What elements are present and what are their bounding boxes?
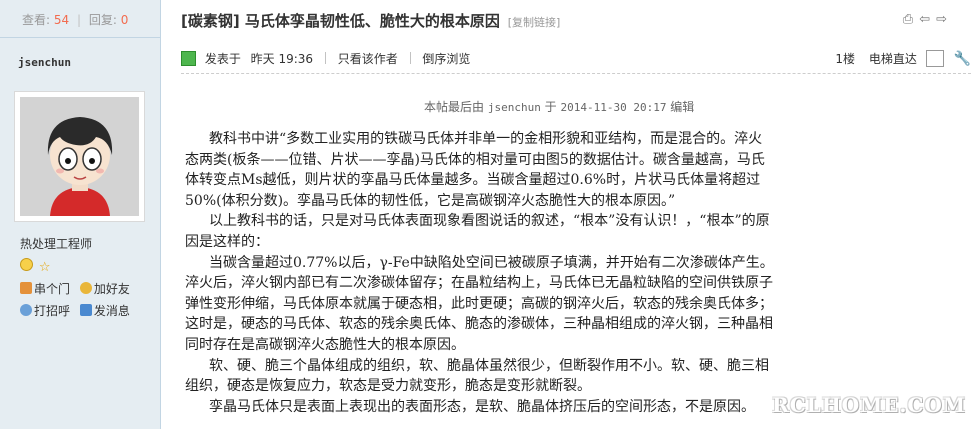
meta-divider [324, 52, 326, 64]
user-group[interactable]: 热处理工程师 [20, 235, 92, 252]
floor-nav: 1楼 电梯直达 🔧 [835, 50, 971, 67]
content-paragraph: 孪晶马氏体只是表面上表现出的表面形态，是软、脆晶体挤压后的空间形态，不是原因。 [209, 398, 755, 415]
reverse-order-link[interactable]: 倒序浏览 [422, 52, 470, 66]
greet-button[interactable]: 打招呼 [20, 302, 70, 319]
prev-thread-icon[interactable]: ⇦ [919, 12, 936, 27]
site-watermark: RCLHOME.COM [772, 393, 966, 417]
print-icon[interactable]: ⎙ [903, 12, 919, 27]
jump-floor-label: 电梯直达 [868, 52, 917, 66]
meta-divider [409, 52, 411, 64]
post-meta-bar: 发表于 昨天 19:36 只看该作者 倒序浏览 1楼 电梯直达 🔧 [181, 50, 971, 74]
avatar-cartoon-image [20, 97, 139, 216]
thread-tools: ⎙⇦⇨ [903, 12, 953, 27]
author-sidebar: 查看: 54 | 回复: 0 jsenchun 热处理工程师 ☆ 串个门 加好友… [0, 0, 161, 429]
content-paragraph: 当碳含量超过0.77%以后，γ-Fe中缺陷处空间已被碳原子填满，并开始有二次渗碳… [185, 254, 774, 353]
wrench-icon[interactable]: 🔧 [954, 51, 971, 67]
stats-divider: | [76, 13, 82, 27]
user-rank-icons: ☆ [20, 258, 55, 274]
replies-count: 0 [120, 13, 129, 27]
wave-icon [20, 304, 32, 316]
star-rank-icon: ☆ [38, 260, 51, 275]
online-status-icon [181, 51, 196, 66]
avatar[interactable] [20, 97, 139, 216]
edit-datetime: 2014-11-30 20:17 [560, 101, 667, 114]
sun-rank-icon [20, 258, 33, 271]
views-label: 查看: [22, 13, 51, 27]
views-count: 54 [53, 13, 70, 27]
post-content: 教科书中讲“多数工业实用的铁碳马氏体并非单一的金相形貌和亚结构，而是混合的。淬火… [185, 129, 775, 417]
thread-stats: 查看: 54 | 回复: 0 [0, 0, 160, 38]
add-friend-icon [79, 282, 92, 294]
author-name[interactable]: jsenchun [18, 56, 71, 69]
only-author-link[interactable]: 只看该作者 [338, 52, 398, 66]
add-friend-button[interactable]: 加好友 [79, 280, 130, 297]
thread-title: [碳素钢] 马氏体孪晶韧性低、脆性大的根本原因 [181, 12, 500, 30]
content-paragraph: 教科书中讲“多数工业实用的铁碳马氏体并非单一的金相形貌和亚结构，而是混合的。淬火… [185, 131, 765, 209]
visit-space-button[interactable]: 串个门 [20, 280, 70, 297]
avatar-frame[interactable] [14, 91, 145, 222]
post-main: [碳素钢] 马氏体孪晶韧性低、脆性大的根本原因 [复制链接] ⎙⇦⇨ 发表于 昨… [161, 0, 976, 429]
content-paragraph: 以上教科书的话，只是对马氏体表面现象看图说话的叙述，“根本”没有认识！，“根本”… [185, 213, 770, 250]
floor-number: 1楼 [835, 52, 856, 66]
thread-header: [碳素钢] 马氏体孪晶韧性低、脆性大的根本原因 [复制链接] ⎙⇦⇨ [181, 10, 961, 34]
next-thread-icon[interactable]: ⇨ [936, 12, 953, 27]
edit-note: 本帖最后由 jsenchun 于 2014-11-30 20:17 编辑 [424, 100, 695, 114]
home-icon [20, 282, 32, 294]
copy-link-button[interactable]: [复制链接] [508, 16, 561, 29]
author-actions: 串个门 加好友 打招呼 发消息 [20, 280, 150, 324]
content-paragraph: 软、硬、脆三个晶体组成的组织，软、脆晶体虽然很少，但断裂作用不小。软、硬、脆三相… [185, 357, 769, 395]
edit-user: jsenchun [487, 101, 541, 114]
jump-floor-input[interactable] [925, 50, 944, 67]
send-message-button[interactable]: 发消息 [79, 302, 130, 319]
message-icon [79, 304, 92, 316]
replies-label: 回复: [88, 13, 117, 27]
posted-time: 昨天 19:36 [250, 52, 314, 66]
posted-label: 发表于 [204, 52, 241, 66]
